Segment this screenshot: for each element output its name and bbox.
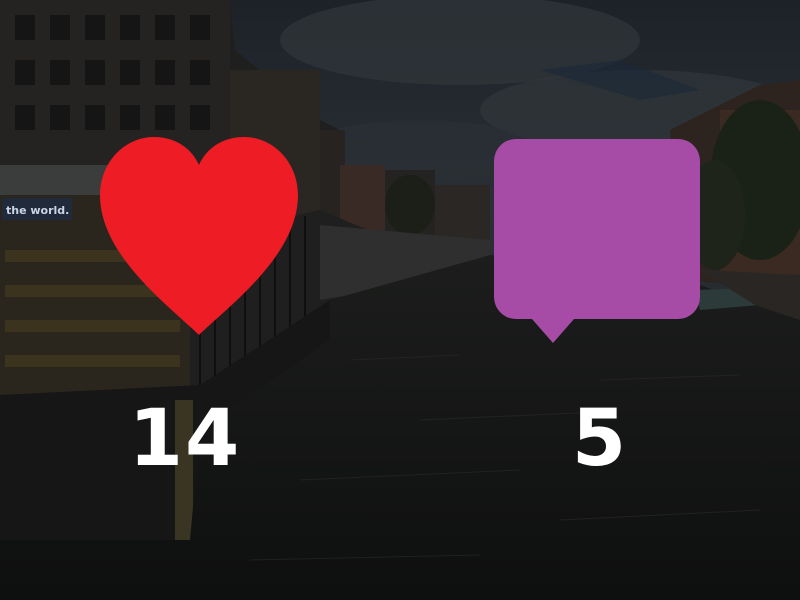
- comments-count: 5: [571, 394, 629, 484]
- heart-icon: [100, 137, 298, 335]
- speech-bubble-icon: [494, 139, 700, 343]
- stats-overlay-image: the world. 14 5: [0, 0, 800, 600]
- svg-text:the world.: the world.: [6, 204, 69, 217]
- likes-count: 14: [128, 394, 242, 484]
